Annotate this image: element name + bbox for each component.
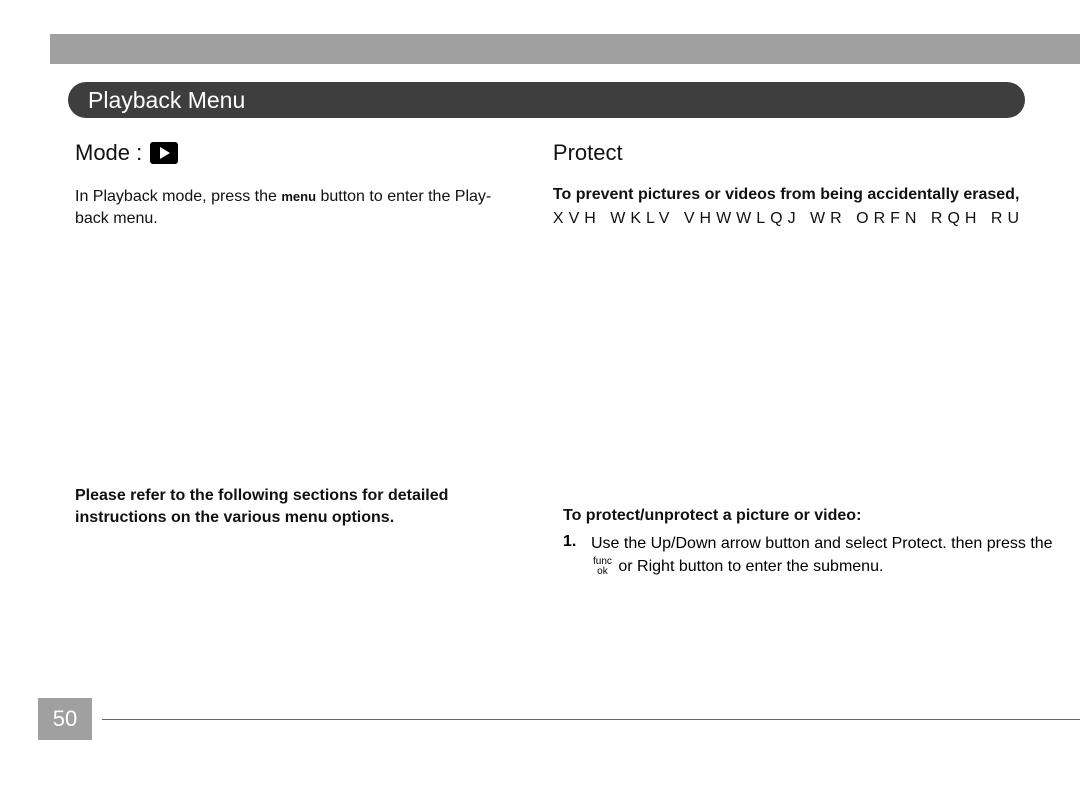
- right-lower-block: To protect/unprotect a picture or video:…: [563, 505, 1053, 578]
- left-lower-text-block: Please refer to the following sections f…: [75, 485, 535, 530]
- mode-row: Mode :: [75, 140, 523, 166]
- protect-sub-heading: To protect/unprotect a picture or video:: [563, 505, 1053, 527]
- page-number: 50: [53, 706, 77, 732]
- protect-intro: To prevent pictures or videos from being…: [553, 184, 1030, 206]
- page-number-box: 50: [38, 698, 92, 740]
- right-column: Protect To prevent pictures or videos fr…: [553, 140, 1030, 231]
- left-column: Mode : In Playback mode, press the menu …: [75, 140, 523, 231]
- step-number: 1.: [563, 533, 581, 578]
- playback-mode-icon: [150, 142, 178, 164]
- cipher-line: XVH WKLV VHWWLQJ WR ORFN RQH RU: [553, 210, 1030, 228]
- func-ok-icon: func ok: [593, 557, 612, 577]
- left-lower-text: Please refer to the following sections f…: [75, 485, 535, 530]
- protect-heading: Protect: [553, 140, 1030, 166]
- play-triangle-icon: [160, 147, 170, 159]
- section-title: Playback Menu: [88, 87, 245, 114]
- footer-divider-line: [102, 719, 1080, 720]
- mode-label: Mode :: [75, 140, 142, 166]
- step-1-row: 1. Use the Up/Down arrow button and sele…: [563, 533, 1053, 578]
- page-footer: 50: [38, 698, 1080, 740]
- section-header: Playback Menu: [68, 82, 1025, 118]
- top-decorative-bar: [50, 34, 1080, 64]
- intro-text: In Playback mode, press the menu button …: [75, 186, 523, 231]
- step-1-content: Use the Up/Down arrow button and select …: [591, 533, 1053, 578]
- content-area: Mode : In Playback mode, press the menu …: [75, 140, 1030, 231]
